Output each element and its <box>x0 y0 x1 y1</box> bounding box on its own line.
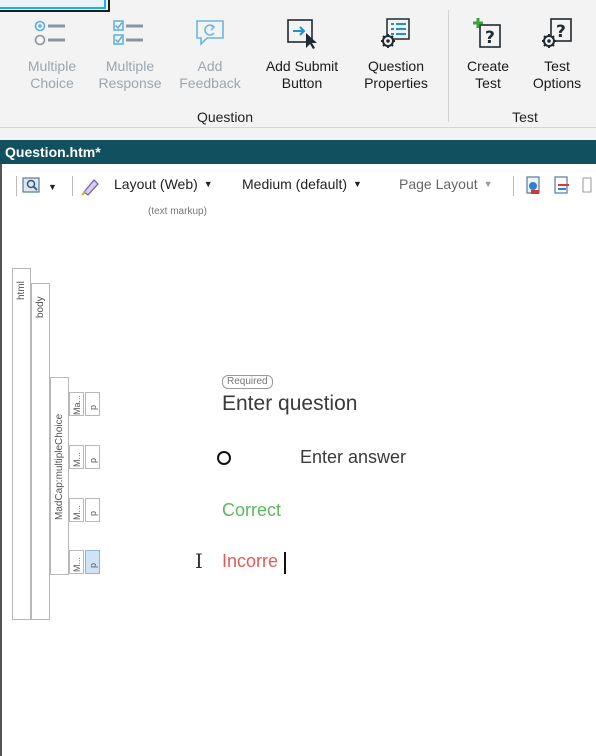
text-caret <box>284 552 286 574</box>
view-mode-icon <box>22 176 42 197</box>
chevron-down-icon: ▼ <box>48 181 57 192</box>
question-properties-button[interactable]: Question Properties <box>354 8 438 92</box>
multiple-response-button[interactable]: Multiple Response <box>92 8 168 92</box>
editor-toolbar: ▼ Layout (Web) ▼ Medium (default) ▼ Page… <box>0 164 596 204</box>
question-properties-label-2: Properties <box>364 75 428 91</box>
multiple-choice-button[interactable]: Multiple Choice <box>18 8 86 92</box>
add-feedback-label-1: Add <box>197 58 223 74</box>
toolbar-separator <box>513 176 514 196</box>
structure-cell-outer-label: M... <box>72 505 82 520</box>
body-structure-bar[interactable] <box>31 283 50 620</box>
structure-cell-outer-label: Ma... <box>72 394 82 415</box>
more-toolbar-button[interactable] <box>582 176 592 199</box>
add-submit-button-label-1: Add Submit <box>265 58 339 74</box>
structure-cell-p-label: p <box>88 562 98 568</box>
view-mode-button[interactable]: ▼ <box>22 176 57 197</box>
highlighter-button[interactable] <box>80 176 102 199</box>
test-options-icon: ? <box>524 8 590 58</box>
question-text[interactable]: Enter question <box>222 392 357 416</box>
chevron-down-icon: ▼ <box>203 179 213 189</box>
chevron-down-icon: ▼ <box>353 179 362 189</box>
toolbar-separator <box>16 176 17 196</box>
add-submit-button-icon <box>254 8 350 58</box>
page-layout-dropdown[interactable]: Page Layout ▼ <box>399 176 493 192</box>
toolbar-separator <box>72 176 73 196</box>
multiple-choice-icon <box>18 8 86 58</box>
svg-text:?: ? <box>485 28 495 48</box>
multiple-choice-label-1: Multiple <box>27 58 77 74</box>
layout-dropdown-label: Layout (Web) <box>114 176 198 192</box>
ribbon-bottom-spacer <box>0 128 596 140</box>
add-feedback-icon <box>172 8 248 58</box>
required-badge: Required <box>222 375 273 389</box>
test-group-label: Test <box>512 109 538 125</box>
answer-text[interactable]: Enter answer <box>300 447 406 468</box>
create-test-icon: ? <box>458 8 518 58</box>
structure-cell-p-label: p <box>88 404 98 410</box>
test-options-label-2: Options <box>532 75 582 91</box>
svg-text:?: ? <box>556 22 566 42</box>
page-layout-label: Page Layout <box>399 176 478 192</box>
incorrect-feedback-text[interactable]: Incorre <box>222 551 278 572</box>
print-preview-icon <box>552 176 572 199</box>
document-tab[interactable]: Question.htm* <box>0 140 596 164</box>
document-title: Question.htm* <box>5 144 101 160</box>
ribbon: Multiple Choice Multiple Response Add Fe <box>0 0 596 128</box>
group-separator <box>448 10 449 122</box>
structure-cell-p-label: p <box>88 457 98 463</box>
preview-icon <box>524 176 544 199</box>
overflow-icon <box>582 176 592 199</box>
layout-dropdown[interactable]: Layout (Web) ▼ <box>114 176 213 192</box>
radio-button-icon[interactable] <box>217 451 231 465</box>
highlighter-icon <box>80 176 102 199</box>
text-cursor-icon: I <box>195 549 203 573</box>
text-markup-hint: (text markup) <box>148 206 207 217</box>
preview-button[interactable] <box>524 176 544 199</box>
structure-cell-outer-label: M... <box>72 557 82 572</box>
madcap-multiplechoice-label: MadCap:multipleChoice <box>54 413 65 520</box>
editor-left-border <box>0 164 2 756</box>
multiple-choice-label-2: Choice <box>30 75 74 91</box>
test-options-button[interactable]: ? Test Options <box>524 8 590 92</box>
add-feedback-button[interactable]: Add Feedback <box>172 8 248 92</box>
html-label: html <box>16 281 27 300</box>
add-submit-button-button[interactable]: Add Submit Button <box>254 8 350 92</box>
body-label: body <box>35 296 46 318</box>
create-test-button[interactable]: ? Create Test <box>458 8 518 92</box>
question-properties-label-1: Question <box>367 58 425 74</box>
correct-feedback-text[interactable]: Correct <box>222 500 281 521</box>
print-preview-button[interactable] <box>552 176 572 199</box>
medium-dropdown[interactable]: Medium (default) ▼ <box>242 176 362 192</box>
structure-cell-outer-label: M... <box>72 452 82 467</box>
question-group-label: Question <box>196 109 254 125</box>
test-options-label-1: Test <box>544 58 570 74</box>
multiple-response-label-2: Response <box>98 75 162 91</box>
chevron-down-icon: ▼ <box>483 179 493 189</box>
add-submit-button-label-2: Button <box>281 75 323 91</box>
html-structure-bar[interactable] <box>12 268 31 620</box>
structure-cell-p-label: p <box>88 510 98 516</box>
multiple-response-icon <box>92 8 168 58</box>
multiple-response-label-1: Multiple <box>105 58 155 74</box>
create-test-label-1: Create <box>466 58 510 74</box>
create-test-label-2: Test <box>475 75 501 91</box>
add-feedback-label-2: Feedback <box>179 75 241 91</box>
question-properties-icon <box>354 8 438 58</box>
medium-dropdown-label: Medium (default) <box>242 176 348 192</box>
